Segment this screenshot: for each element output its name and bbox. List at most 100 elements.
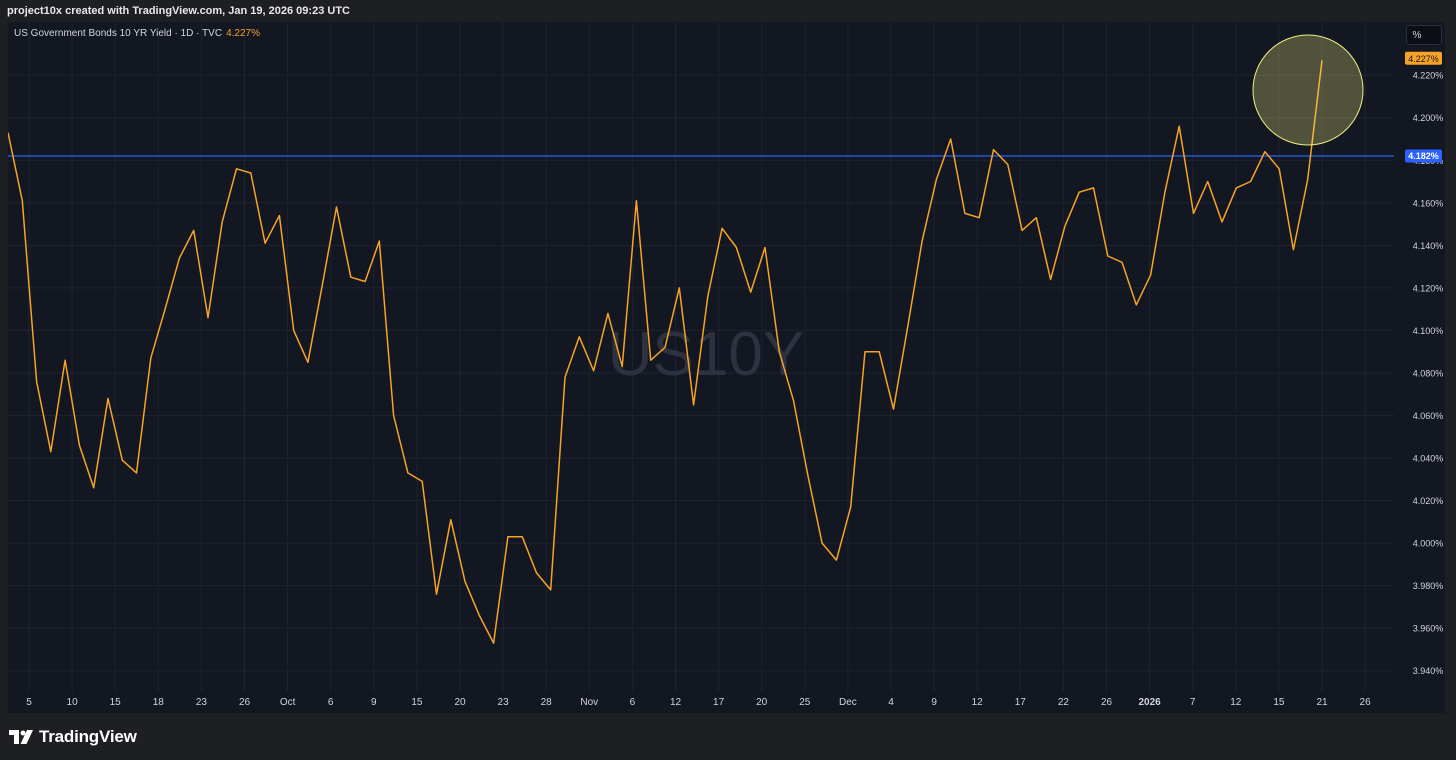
data-point (135, 471, 138, 474)
data-point (1206, 180, 1209, 183)
data-point (306, 361, 309, 364)
data-point (721, 227, 724, 230)
data-point (821, 542, 824, 545)
x-tick-label: 21 (1316, 697, 1328, 708)
data-point (1163, 191, 1166, 194)
data-point (206, 316, 209, 319)
data-point (164, 308, 167, 311)
x-tick-label: 9 (371, 697, 377, 708)
x-tick-label: 23 (498, 697, 510, 708)
chart-legend[interactable]: US Government Bonds 10 YR Yield · 1D · T… (14, 28, 260, 39)
data-point (535, 571, 538, 574)
x-tick-label: 7 (1190, 697, 1196, 708)
brand-name: TradingView (39, 727, 137, 746)
y-tick-label: 4.220% (1413, 71, 1444, 81)
chart-canvas[interactable]: US10Y 4.220%4.200%4.180%4.160%4.140%4.12… (8, 22, 1445, 713)
data-point (1292, 248, 1295, 251)
x-tick-label: 26 (1360, 697, 1372, 708)
data-point (78, 444, 81, 447)
highlight-circle[interactable] (1252, 34, 1364, 146)
data-point (449, 518, 452, 521)
x-tick-label: 20 (454, 697, 466, 708)
legend-last-value: 4.227% (226, 28, 260, 39)
footer: TradingView (0, 713, 1456, 760)
data-point (1063, 225, 1066, 228)
symbol-watermark: US10Y (608, 320, 804, 389)
data-point (1235, 186, 1238, 189)
data-point (335, 206, 338, 209)
data-point (292, 329, 295, 332)
data-point (8, 131, 10, 134)
x-tick-label: 15 (411, 697, 423, 708)
x-tick-label: 5 (26, 697, 32, 708)
data-point (806, 474, 809, 477)
line-level-text: 4.182% (1408, 151, 1439, 161)
data-point (978, 216, 981, 219)
data-point (763, 246, 766, 249)
data-point (1006, 163, 1009, 166)
y-tick-label: 3.980% (1413, 581, 1444, 591)
legend-symbol-description: US Government Bonds 10 YR Yield · 1D · T… (14, 28, 223, 39)
data-point (706, 295, 709, 298)
x-tick-label: 23 (196, 697, 208, 708)
data-point (1121, 261, 1124, 264)
data-point (592, 369, 595, 372)
data-point (321, 284, 324, 287)
data-point (692, 403, 695, 406)
data-point (863, 350, 866, 353)
x-tick-label: 6 (630, 697, 636, 708)
data-point (478, 614, 481, 617)
data-point (578, 335, 581, 338)
data-point (221, 220, 224, 223)
last-price-text: 4.227% (1408, 54, 1439, 64)
data-point (392, 414, 395, 417)
data-point (92, 486, 95, 489)
data-point (1035, 216, 1038, 219)
data-point (935, 178, 938, 181)
data-point (421, 480, 424, 483)
x-tick-label: 12 (1230, 697, 1242, 708)
tradingview-logo-icon (9, 730, 33, 744)
x-tick-label: 26 (239, 697, 251, 708)
data-point (992, 148, 995, 151)
data-point (149, 357, 152, 360)
data-point (849, 505, 852, 508)
y-tick-label: 4.080% (1413, 368, 1444, 378)
data-point (778, 350, 781, 353)
price-unit-button[interactable]: % (1406, 25, 1442, 45)
data-point (792, 399, 795, 402)
data-point (635, 199, 638, 202)
x-tick-label: 12 (972, 697, 984, 708)
time-axis[interactable]: 5 10 15 18 23 26 Oct 6 9 15 20 23 28 Nov 6 12 17 20 25 Dec 4… (26, 697, 1371, 708)
data-point (349, 276, 352, 279)
data-point (278, 214, 281, 217)
x-tick-label: 25 (799, 697, 811, 708)
y-tick-label: 4.040% (1413, 454, 1444, 464)
data-point (249, 172, 252, 175)
y-tick-label: 4.120% (1413, 283, 1444, 293)
data-point (106, 397, 109, 400)
y-tick-label: 4.020% (1413, 496, 1444, 506)
data-point (1278, 167, 1281, 170)
last-price-label: 4.227% (1405, 51, 1442, 65)
data-point (606, 312, 609, 315)
data-point (1249, 180, 1252, 183)
y-tick-label: 3.960% (1413, 624, 1444, 634)
data-point (1149, 274, 1152, 277)
x-tick-label: 22 (1058, 697, 1070, 708)
data-point (1092, 186, 1095, 189)
data-point (664, 346, 667, 349)
chart-panel[interactable]: US10Y 4.220%4.200%4.180%4.160%4.140%4.12… (8, 22, 1445, 713)
data-point (1306, 178, 1309, 181)
y-tick-label: 4.200% (1413, 113, 1444, 123)
x-tick-label: 28 (541, 697, 553, 708)
y-tick-label: 4.160% (1413, 198, 1444, 208)
x-tick-label: 17 (713, 697, 725, 708)
brand[interactable]: TradingView (9, 727, 137, 747)
x-tick-label: 15 (1273, 697, 1285, 708)
line-level-label: 4.182% (1405, 149, 1442, 163)
data-point (949, 137, 952, 140)
x-tick-label: 20 (756, 697, 768, 708)
x-tick-label: Nov (580, 697, 598, 708)
x-tick-label: Oct (280, 697, 296, 708)
